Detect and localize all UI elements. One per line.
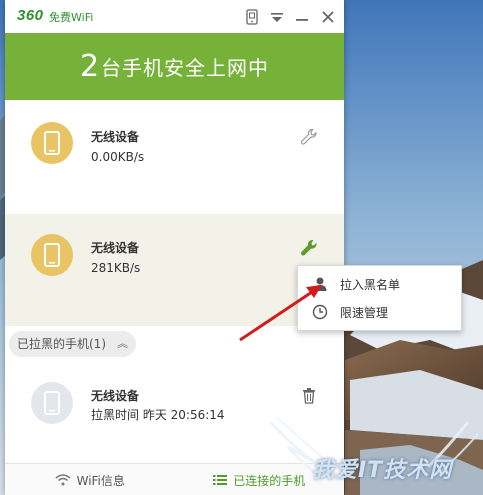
watermark-text: 我爱IT技术网	[312, 458, 453, 483]
watermark: 我爱IT技术网	[268, 412, 483, 495]
